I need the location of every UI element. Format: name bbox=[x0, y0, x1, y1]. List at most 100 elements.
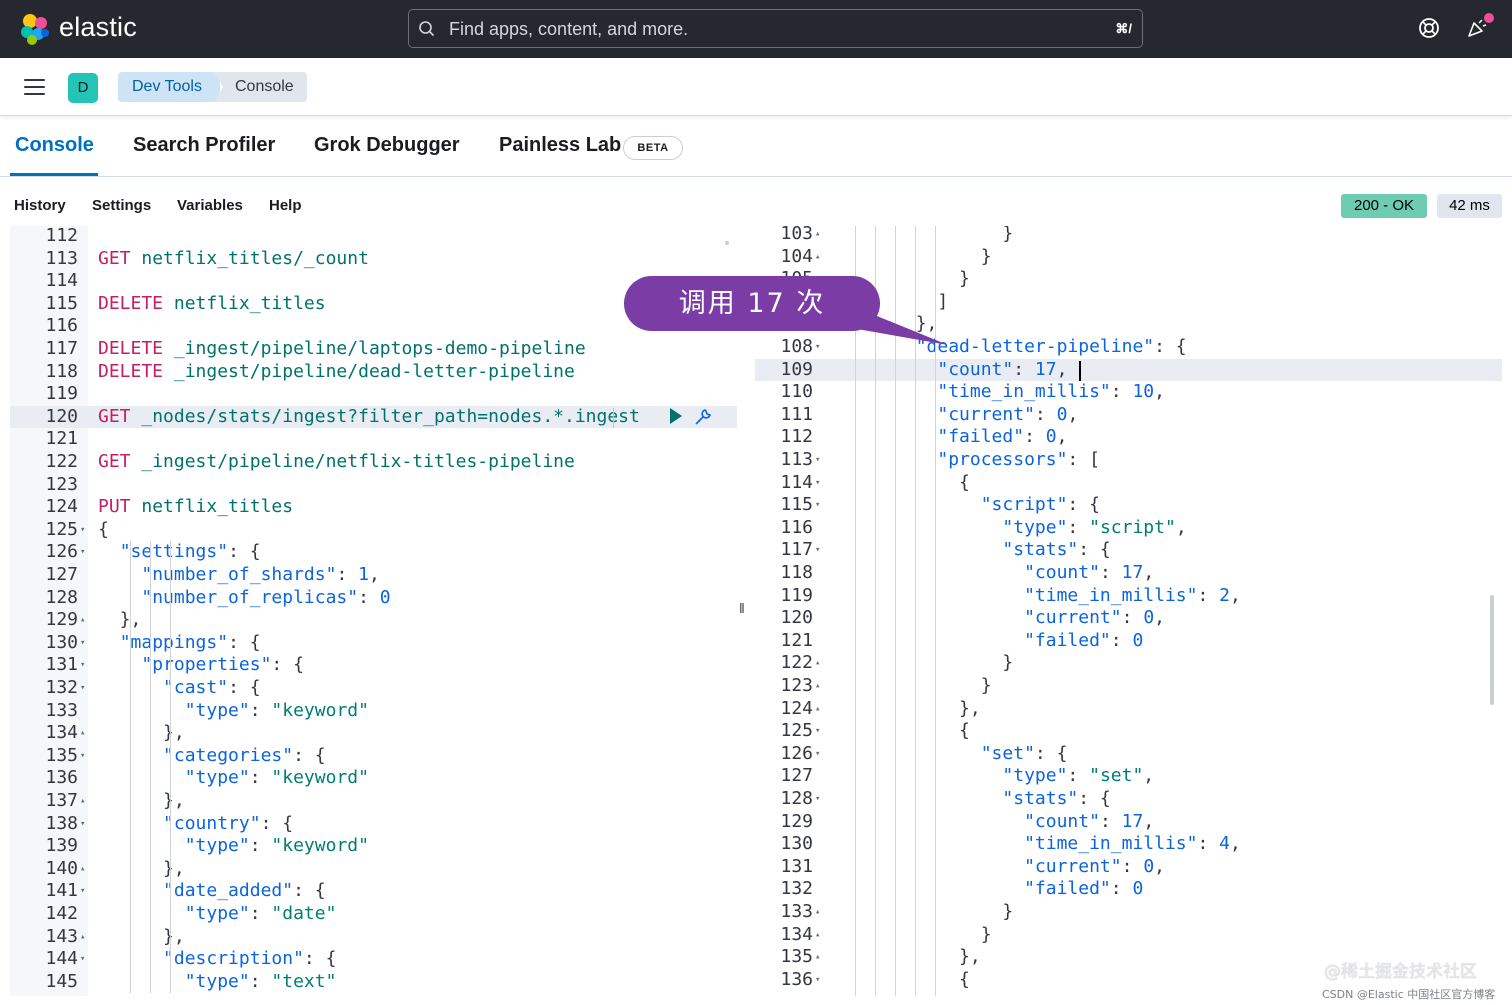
fold-toggle-icon[interactable]: ▾ bbox=[80, 745, 85, 768]
left-code-line[interactable]: 135 ▾ "categories": { bbox=[10, 745, 737, 768]
right-code-line[interactable]: 122 ▴ } bbox=[755, 652, 1502, 675]
left-code-line[interactable]: 127 "number_of_shards": 1, bbox=[10, 564, 737, 587]
response-editor[interactable]: 103▴ }104▴ }105▴ }106▴ ]107▴ },108▾ "dea… bbox=[755, 226, 1502, 996]
left-code-line[interactable]: 125 ▾ { bbox=[10, 519, 737, 542]
left-code-line[interactable]: 129 ▴ }, bbox=[10, 609, 737, 632]
tab-console[interactable]: Console bbox=[15, 134, 94, 157]
left-code-line[interactable]: 137 ▴ }, bbox=[10, 790, 737, 813]
left-code-line[interactable]: 131 ▾ "properties": { bbox=[10, 654, 737, 677]
tab-painless-lab[interactable]: Painless Lab bbox=[499, 134, 621, 157]
left-code-line[interactable]: 142 "type": "date" bbox=[10, 903, 737, 926]
fold-toggle-icon[interactable]: ▾ bbox=[815, 449, 820, 472]
left-code-line[interactable]: 144 ▾ "description": { bbox=[10, 948, 737, 971]
line-number: 117 bbox=[45, 338, 78, 359]
right-code-line[interactable]: 131 "current": 0, bbox=[755, 856, 1502, 879]
left-code-line[interactable]: 134 ▴ }, bbox=[10, 722, 737, 745]
right-code-line[interactable]: 124 ▴ }, bbox=[755, 698, 1502, 721]
left-code-line[interactable]: 123 bbox=[10, 474, 737, 497]
right-code-line[interactable]: 127 "type": "set", bbox=[755, 765, 1502, 788]
right-code-line[interactable]: 112 "failed": 0, bbox=[755, 426, 1502, 449]
right-code-line[interactable]: 109 "count": 17, bbox=[755, 359, 1502, 382]
left-code-line[interactable]: 139 "type": "keyword" bbox=[10, 835, 737, 858]
right-code-line[interactable]: 117 ▾ "stats": { bbox=[755, 539, 1502, 562]
request-editor[interactable]: 112 113 GET netflix_titles/_count 114 115 DEL… bbox=[10, 226, 737, 996]
menu-help[interactable]: Help bbox=[269, 197, 302, 214]
fold-toggle-icon[interactable]: ▾ bbox=[80, 541, 85, 564]
fold-toggle-icon[interactable]: ▾ bbox=[815, 539, 820, 562]
fold-toggle-icon[interactable]: ▾ bbox=[80, 813, 85, 836]
left-code-line[interactable]: 136 "type": "keyword" bbox=[10, 767, 737, 790]
wrench-icon[interactable] bbox=[692, 406, 714, 428]
right-code-line[interactable]: 111 "current": 0, bbox=[755, 404, 1502, 427]
right-code-line[interactable]: 108 ▾ "dead-letter-pipeline": { bbox=[755, 336, 1502, 359]
global-search-input[interactable]: Find apps, content, and more. ⌘/ bbox=[408, 9, 1143, 48]
left-code-line[interactable]: 121 bbox=[10, 428, 737, 451]
left-code-line[interactable]: 128 "number_of_replicas": 0 bbox=[10, 587, 737, 610]
fold-toggle-icon[interactable]: ▾ bbox=[80, 519, 85, 542]
right-code-line[interactable]: 119 "time_in_millis": 2, bbox=[755, 585, 1502, 608]
menu-settings[interactable]: Settings bbox=[92, 197, 151, 214]
fold-toggle-icon[interactable]: ▾ bbox=[815, 336, 820, 359]
fold-toggle-icon[interactable]: ▾ bbox=[80, 632, 85, 655]
fold-toggle-icon[interactable]: ▾ bbox=[80, 880, 85, 903]
menu-toggle-icon[interactable] bbox=[24, 79, 45, 95]
right-code-line[interactable]: 133 ▴ } bbox=[755, 901, 1502, 924]
right-code-line[interactable]: 113 ▾ "processors": [ bbox=[755, 449, 1502, 472]
left-code-line[interactable]: 143 ▴ }, bbox=[10, 926, 737, 949]
pane-resizer[interactable]: ‖ bbox=[739, 600, 745, 616]
fold-toggle-icon[interactable]: ▾ bbox=[80, 654, 85, 677]
code-text: "processors": [ bbox=[937, 449, 1100, 470]
fold-toggle-icon[interactable]: ▾ bbox=[80, 948, 85, 971]
right-code-line[interactable]: 123 ▴ } bbox=[755, 675, 1502, 698]
right-code-line[interactable]: 103 ▴ } bbox=[755, 226, 1502, 246]
right-code-line[interactable]: 118 "count": 17, bbox=[755, 562, 1502, 585]
left-code-line[interactable]: 140 ▴ }, bbox=[10, 858, 737, 881]
left-code-line[interactable]: 133 "type": "keyword" bbox=[10, 700, 737, 723]
right-code-line[interactable]: 120 "current": 0, bbox=[755, 607, 1502, 630]
right-code-line[interactable]: 114 ▾ { bbox=[755, 472, 1502, 495]
tab-search-profiler[interactable]: Search Profiler bbox=[133, 134, 275, 157]
menu-history[interactable]: History bbox=[14, 197, 66, 214]
fold-toggle-icon[interactable]: ▾ bbox=[815, 720, 820, 743]
left-code-line[interactable]: 118 DELETE _ingest/pipeline/dead-letter-p… bbox=[10, 361, 737, 384]
right-code-line[interactable]: 128 ▾ "stats": { bbox=[755, 788, 1502, 811]
left-code-line[interactable]: 130 ▾ "mappings": { bbox=[10, 632, 737, 655]
left-code-line[interactable]: 119 bbox=[10, 383, 737, 406]
menu-variables[interactable]: Variables bbox=[177, 197, 243, 214]
breadcrumb-dev-tools[interactable]: Dev Tools bbox=[118, 72, 220, 102]
fold-toggle-icon[interactable]: ▾ bbox=[815, 969, 820, 992]
left-code-line[interactable]: 138 ▾ "country": { bbox=[10, 813, 737, 836]
right-code-line[interactable]: 134 ▴ } bbox=[755, 924, 1502, 947]
help-icon[interactable] bbox=[1418, 17, 1440, 39]
right-code-line[interactable]: 104 ▴ } bbox=[755, 246, 1502, 269]
elastic-logo-icon[interactable] bbox=[18, 12, 52, 46]
space-avatar[interactable]: D bbox=[68, 73, 98, 103]
right-code-line[interactable]: 130 "time_in_millis": 4, bbox=[755, 833, 1502, 856]
left-code-line[interactable]: 112 bbox=[10, 226, 737, 248]
left-code-line[interactable]: 145 "type": "text" bbox=[10, 971, 737, 994]
send-request-icon[interactable] bbox=[670, 407, 682, 424]
left-code-line[interactable]: 141 ▾ "date_added": { bbox=[10, 880, 737, 903]
right-code-line[interactable]: 110 "time_in_millis": 10, bbox=[755, 381, 1502, 404]
right-code-line[interactable]: 121 "failed": 0 bbox=[755, 630, 1502, 653]
right-code-line[interactable]: 126 ▾ "set": { bbox=[755, 743, 1502, 766]
right-code-line[interactable]: 115 ▾ "script": { bbox=[755, 494, 1502, 517]
left-code-line[interactable]: 124 PUT netflix_titles bbox=[10, 496, 737, 519]
right-code-line[interactable]: 116 "type": "script", bbox=[755, 517, 1502, 540]
fold-toggle-icon[interactable]: ▾ bbox=[815, 788, 820, 811]
left-code-line[interactable]: 122 GET _ingest/pipeline/netflix-titles-p… bbox=[10, 451, 737, 474]
right-code-line[interactable]: 129 "count": 17, bbox=[755, 811, 1502, 834]
code-text: }, bbox=[829, 946, 981, 968]
fold-toggle-icon[interactable]: ▾ bbox=[815, 743, 820, 766]
tab-grok-debugger[interactable]: Grok Debugger bbox=[314, 134, 460, 157]
left-code-line[interactable]: 113 GET netflix_titles/_count bbox=[10, 248, 737, 271]
right-code-line[interactable]: 132 "failed": 0 bbox=[755, 878, 1502, 901]
right-code-line[interactable]: 125 ▾ { bbox=[755, 720, 1502, 743]
left-code-line[interactable]: 132 ▾ "cast": { bbox=[10, 677, 737, 700]
response-scrollbar[interactable] bbox=[1490, 595, 1494, 705]
fold-toggle-icon[interactable]: ▾ bbox=[815, 494, 820, 517]
left-code-line[interactable]: 126 ▾ "settings": { bbox=[10, 541, 737, 564]
fold-toggle-icon[interactable]: ▾ bbox=[815, 472, 820, 495]
fold-toggle-icon[interactable]: ▾ bbox=[80, 677, 85, 700]
left-code-line[interactable]: 117 DELETE _ingest/pipeline/laptops-demo-… bbox=[10, 338, 737, 361]
